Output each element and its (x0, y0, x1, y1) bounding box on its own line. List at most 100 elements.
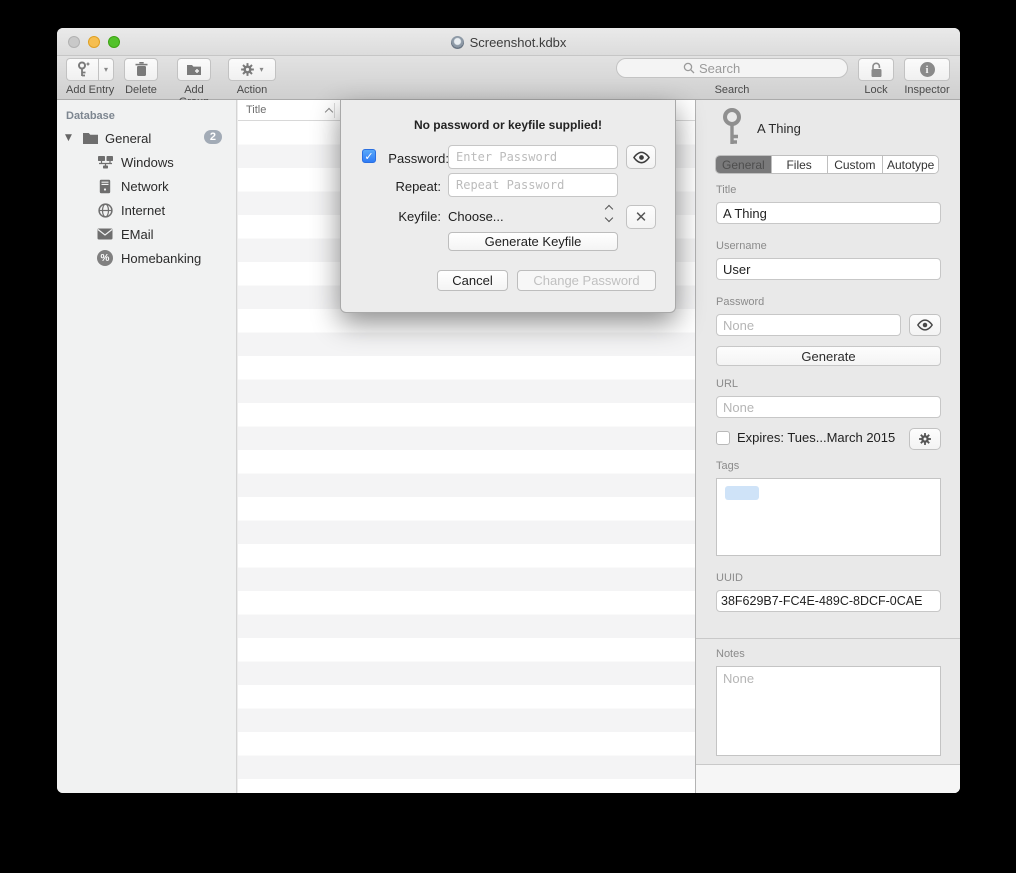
title-bar: Screenshot.kdbx (57, 28, 960, 56)
title-field-label: Title (716, 184, 736, 196)
reveal-password-button[interactable] (626, 145, 656, 169)
expires-checkbox[interactable] (716, 431, 730, 445)
sidebar-item-label: EMail (121, 227, 154, 242)
key-icon (720, 108, 744, 148)
password-field-label: Password (716, 296, 764, 308)
add-entry-dropdown[interactable]: ▾ (98, 58, 114, 81)
windows-network-icon (96, 155, 114, 169)
sidebar-item-homebanking[interactable]: % Homebanking (57, 246, 236, 270)
eye-icon (916, 319, 934, 331)
stepper-icon[interactable] (606, 206, 612, 221)
keyfile-label: Keyfile: (371, 209, 441, 224)
notes-label: Notes (716, 648, 745, 660)
change-password-sheet: No password or keyfile supplied! ✓ Passw… (340, 100, 676, 313)
tab-files[interactable]: Files (772, 156, 828, 173)
generate-label: Generate (801, 349, 855, 364)
sidebar-item-label: General (105, 131, 151, 146)
envelope-icon (96, 228, 114, 240)
uuid-field[interactable] (716, 590, 941, 612)
sidebar-item-general[interactable]: ▼ General 2 (57, 126, 236, 150)
column-header-title[interactable]: Title (238, 104, 326, 116)
search-icon (683, 62, 695, 74)
sidebar-item-label: Windows (121, 155, 174, 170)
add-entry-label: Add Entry (66, 84, 114, 96)
change-password-button[interactable]: Change Password (517, 270, 656, 291)
sidebar-item-label: Network (121, 179, 169, 194)
disclosure-triangle-icon[interactable]: ▼ (65, 134, 72, 143)
gear-icon (918, 432, 932, 446)
sidebar-item-windows[interactable]: Windows (57, 150, 236, 174)
password-label: Password: (379, 151, 449, 166)
tab-general[interactable]: General (716, 156, 772, 173)
add-entry-button[interactable] (66, 58, 98, 81)
info-icon: i (920, 62, 935, 77)
action-label: Action (228, 84, 276, 96)
tab-custom[interactable]: Custom (828, 156, 884, 173)
cancel-label: Cancel (452, 273, 492, 288)
generate-keyfile-button[interactable]: Generate Keyfile (448, 232, 618, 251)
tag-pill[interactable] (725, 486, 759, 500)
inspector-footer (696, 764, 960, 793)
lock-button[interactable] (858, 58, 894, 81)
clear-keyfile-button[interactable]: ✕ (626, 205, 656, 229)
lock-label: Lock (858, 84, 894, 96)
username-field[interactable] (716, 258, 941, 280)
trash-icon (135, 62, 148, 77)
sidebar-item-email[interactable]: EMail (57, 222, 236, 246)
notes-field[interactable] (716, 666, 941, 756)
expires-label: Expires: Tues...March 2015 (737, 430, 895, 445)
inspector-button[interactable]: i (904, 58, 950, 81)
sheet-message: No password or keyfile supplied! (341, 118, 675, 132)
username-field-label: Username (716, 240, 767, 252)
section-divider (696, 638, 960, 639)
title-field[interactable] (716, 202, 941, 224)
inspector-tabs: General Files Custom Autotype (715, 155, 939, 174)
keyfile-popup[interactable]: Choose... (448, 205, 618, 227)
show-password-button[interactable] (909, 314, 941, 336)
key-plus-icon (76, 61, 90, 78)
gear-icon (240, 62, 255, 77)
uuid-label: UUID (716, 572, 743, 584)
action-button[interactable]: ▾ (228, 58, 276, 81)
sidebar-section-header: Database (57, 100, 236, 126)
tags-label: Tags (716, 460, 739, 472)
keyfile-popup-value: Choose... (448, 209, 504, 224)
delete-button[interactable] (124, 58, 158, 81)
search-placeholder: Search (699, 61, 740, 76)
toolbar: ▾ Add Entry Delete Add Group (57, 56, 960, 100)
enter-password-input[interactable] (448, 145, 618, 169)
sidebar: Database ▼ General 2 (57, 100, 237, 793)
folder-icon (81, 131, 99, 145)
password-field[interactable] (716, 314, 901, 336)
folder-plus-icon (186, 63, 202, 76)
generate-keyfile-label: Generate Keyfile (485, 234, 582, 249)
document-icon (451, 36, 464, 49)
inspector-panel: A Thing General Files Custom Autotype Ti… (695, 100, 960, 793)
url-field-label: URL (716, 378, 738, 390)
sort-ascending-icon (325, 107, 333, 115)
app-window: Screenshot.kdbx ▾ Add Entry (57, 28, 960, 793)
repeat-password-input[interactable] (448, 173, 618, 197)
padlock-open-icon (869, 62, 884, 78)
percent-coin-icon: % (96, 250, 114, 266)
entry-title: A Thing (757, 121, 801, 136)
generate-password-button[interactable]: Generate (716, 346, 941, 366)
column-divider[interactable] (334, 103, 335, 118)
close-x-icon: ✕ (635, 210, 648, 225)
add-group-button[interactable] (177, 58, 211, 81)
expires-settings-button[interactable] (909, 428, 941, 450)
sidebar-item-network[interactable]: Network (57, 174, 236, 198)
password-checkbox[interactable]: ✓ (362, 149, 376, 163)
tags-box[interactable] (716, 478, 941, 556)
window-title: Screenshot.kdbx (470, 35, 567, 50)
entry-count-badge: 2 (204, 130, 222, 144)
search-input[interactable]: Search (616, 58, 848, 78)
sidebar-item-internet[interactable]: Internet (57, 198, 236, 222)
server-icon (96, 179, 114, 194)
sidebar-item-label: Internet (121, 203, 165, 218)
chevron-down-icon: ▾ (259, 66, 263, 74)
tab-autotype[interactable]: Autotype (883, 156, 938, 173)
globe-icon (96, 203, 114, 218)
cancel-button[interactable]: Cancel (437, 270, 508, 291)
url-field[interactable] (716, 396, 941, 418)
